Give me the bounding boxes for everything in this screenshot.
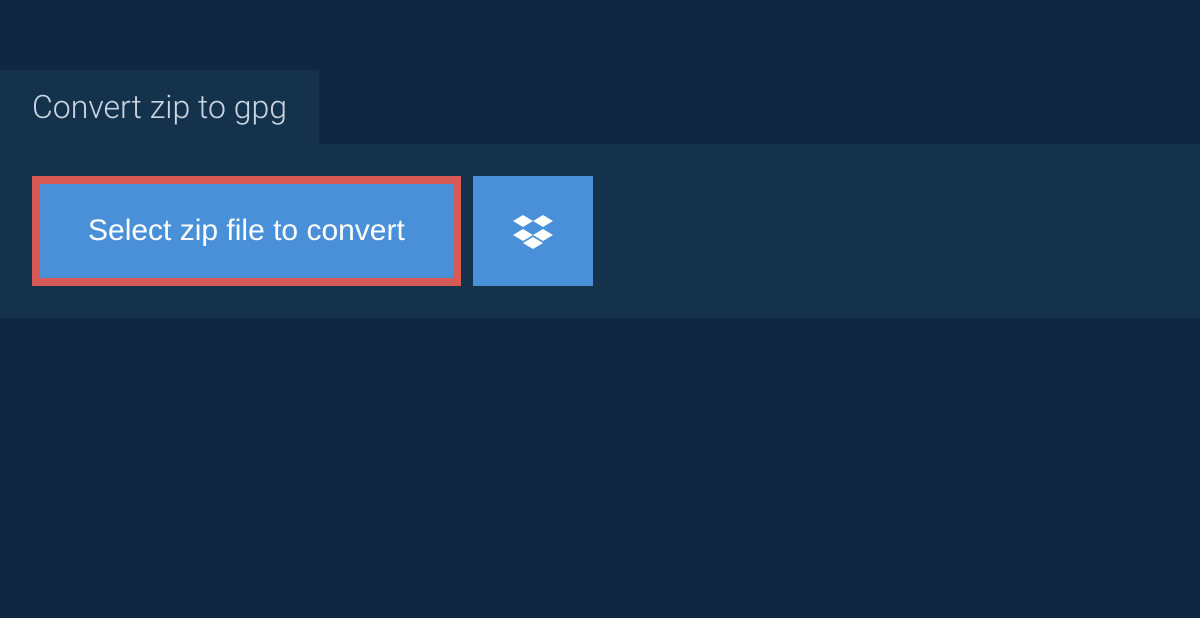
content-panel: Select zip file to convert [0, 144, 1200, 318]
select-file-button[interactable]: Select zip file to convert [32, 176, 461, 286]
dropbox-icon [513, 213, 553, 249]
dropbox-button[interactable] [473, 176, 593, 286]
tab-convert[interactable]: Convert zip to gpg [0, 70, 319, 144]
header-section: Convert zip to gpg [0, 0, 1200, 144]
select-file-label: Select zip file to convert [88, 214, 405, 248]
bottom-section [0, 318, 1200, 618]
tab-bar: Convert zip to gpg [0, 0, 1200, 144]
tab-label: Convert zip to gpg [32, 88, 287, 126]
